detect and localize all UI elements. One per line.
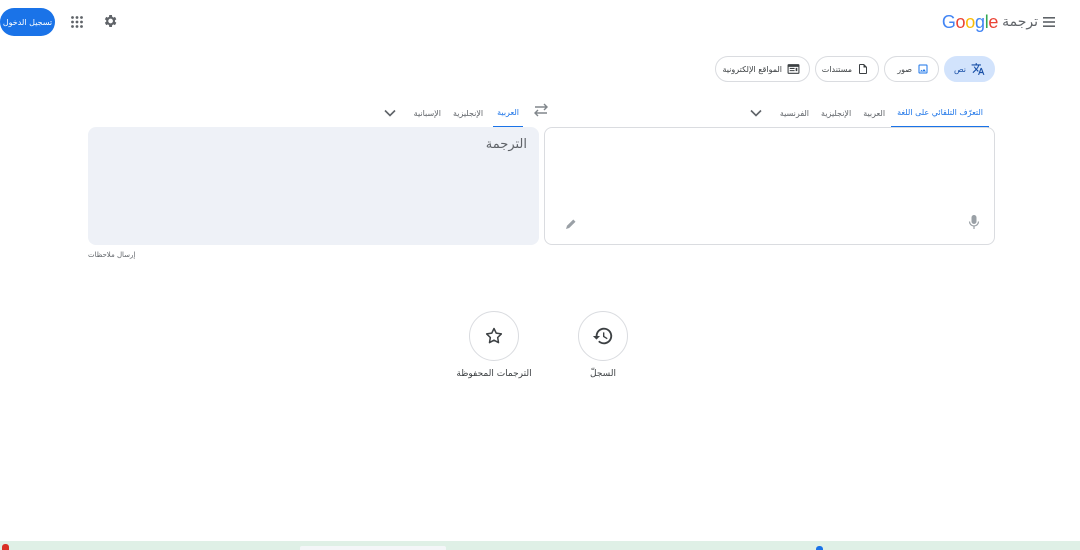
chevron-down-icon: [384, 109, 396, 117]
google-logo-letter: g: [974, 11, 985, 32]
target-lang-arabic-tab[interactable]: العربية: [493, 98, 523, 128]
saved-translations-button[interactable]: [469, 311, 519, 361]
image-icon: [917, 63, 929, 75]
taskbar-app-icon[interactable]: [816, 546, 823, 550]
swap-languages-icon[interactable]: [532, 102, 550, 118]
mode-images-label: صور: [897, 64, 912, 74]
settings-gear-icon[interactable]: [102, 13, 118, 29]
microphone-icon[interactable]: [968, 214, 980, 230]
source-lang-arabic-tab[interactable]: العربية: [857, 98, 891, 128]
history-label: السجلّ: [590, 369, 616, 379]
translate-icon: [971, 62, 985, 76]
chevron-down-icon: [750, 109, 762, 117]
mode-websites-chip[interactable]: المواقع الإلكترونية: [715, 56, 810, 82]
google-apps-icon[interactable]: [70, 15, 84, 29]
google-logo: Google: [941, 11, 999, 33]
history-button[interactable]: [578, 311, 628, 361]
translation-output-panel: الترجمة: [88, 127, 539, 245]
document-icon: [857, 63, 869, 75]
mode-text-chip[interactable]: نص: [944, 56, 995, 82]
source-language-bar: التعرّف التلقائي على اللغة العربية الإنج…: [746, 98, 989, 128]
translation-placeholder: الترجمة: [485, 137, 527, 152]
target-lang-english-tab[interactable]: الإنجليزية: [447, 98, 489, 128]
source-lang-more-button[interactable]: [746, 98, 766, 128]
app-title: ترجمة: [1002, 14, 1038, 30]
source-text-input[interactable]: [555, 138, 984, 208]
star-icon: [484, 326, 504, 346]
source-lang-french-tab[interactable]: الفرنسية: [774, 98, 815, 128]
mode-documents-chip[interactable]: مستندات: [815, 56, 879, 82]
history-icon: [592, 325, 614, 347]
google-logo-letter: o: [965, 11, 975, 32]
saved-translations-label: الترجمات المحفوظة: [456, 369, 532, 379]
source-lang-english-tab[interactable]: الإنجليزية: [815, 98, 857, 128]
mode-documents-label: مستندات: [821, 64, 852, 74]
google-logo-letter: G: [941, 11, 956, 32]
source-text-panel: [544, 127, 995, 245]
website-icon: [787, 63, 800, 75]
mode-websites-label: المواقع الإلكترونية: [722, 64, 782, 74]
google-logo-letter: e: [988, 11, 999, 32]
google-logo-letter: o: [955, 11, 966, 32]
signin-button[interactable]: تسجيل الدخول: [0, 8, 55, 36]
mode-images-chip[interactable]: صور: [884, 56, 939, 82]
taskbar-search-box[interactable]: [300, 546, 446, 550]
target-lang-more-button[interactable]: [380, 98, 400, 128]
handwriting-pen-icon[interactable]: [565, 218, 577, 230]
target-language-bar: العربية الإنجليزية الإسبانية: [380, 98, 523, 128]
os-taskbar: [0, 541, 1080, 550]
send-feedback-link[interactable]: إرسال ملاحظات: [88, 251, 135, 259]
taskbar-app-icon[interactable]: [2, 544, 9, 550]
source-lang-detect-tab[interactable]: التعرّف التلقائي على اللغة: [891, 98, 989, 128]
main-menu-icon[interactable]: [1042, 15, 1056, 29]
brand[interactable]: Google ترجمة: [942, 11, 1038, 33]
mode-text-label: نص: [953, 64, 966, 74]
target-lang-spanish-tab[interactable]: الإسبانية: [408, 98, 447, 128]
